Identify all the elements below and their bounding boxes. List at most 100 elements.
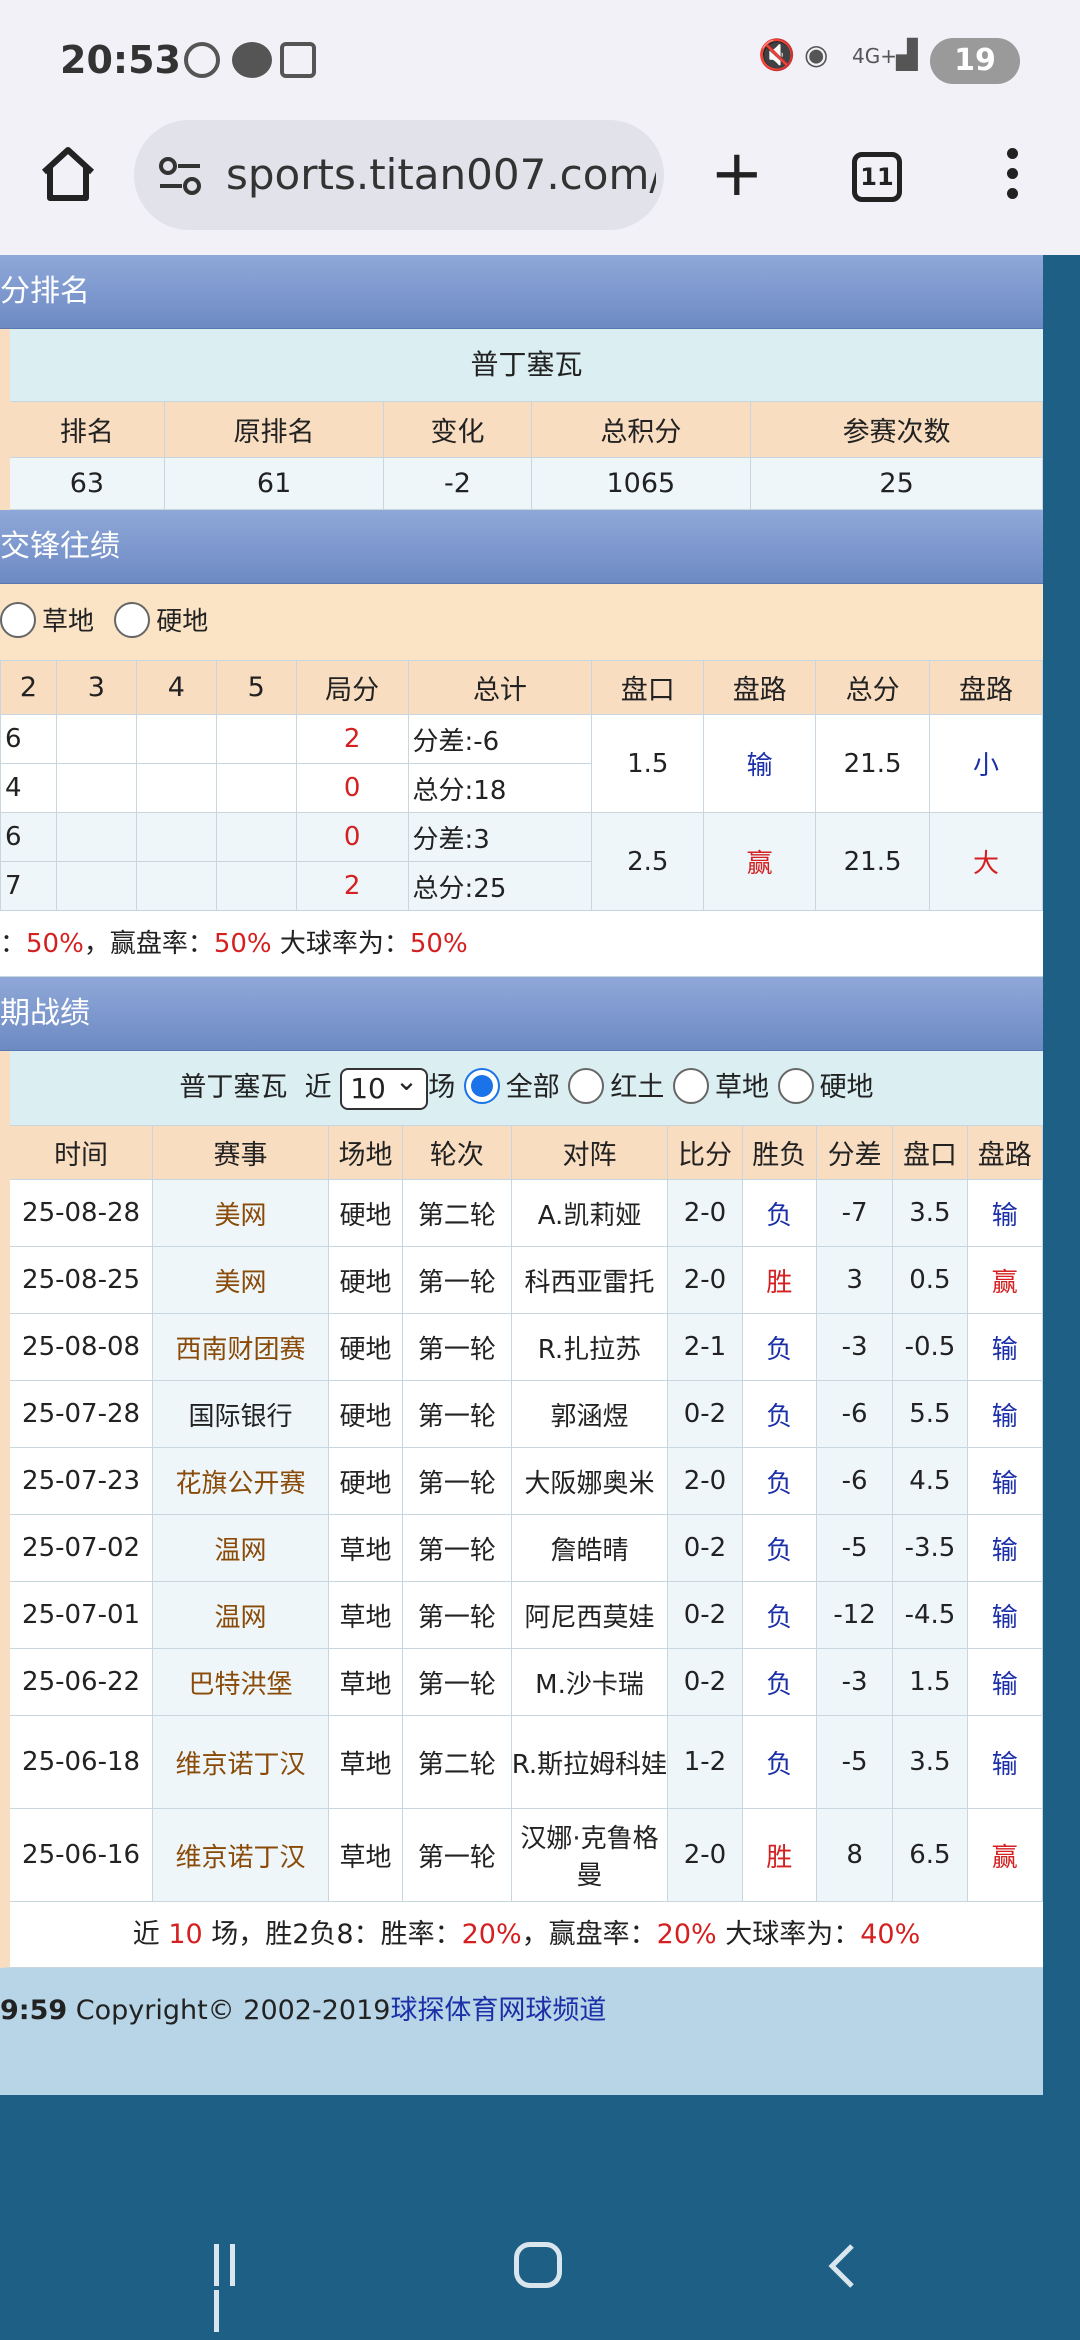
opponent: 科西亚雷托 (510, 1246, 669, 1314)
point-diff: 8 (815, 1808, 894, 1902)
recent-header: 场地 (327, 1125, 404, 1180)
recent-filter-bar: 普丁塞瓦 近 10场 全部 红土 草地 硬地 (0, 1051, 1043, 1125)
win-loss: 负 (741, 1380, 817, 1448)
set-score: 6 (0, 714, 57, 764)
match-count-select[interactable]: 10 (340, 1062, 429, 1110)
nav-home-icon[interactable] (514, 2242, 562, 2288)
home-icon[interactable] (36, 142, 100, 206)
event-name[interactable]: 西南财团赛 (152, 1313, 329, 1381)
handicap-line: 3.5 (892, 1715, 968, 1809)
handicap-result: 输 (966, 1715, 1043, 1809)
radio-grass[interactable] (0, 601, 36, 638)
opponent: 詹皓晴 (510, 1514, 669, 1582)
point-diff: -6 (815, 1447, 894, 1515)
h2h-header: 盘口 (591, 660, 705, 715)
point-diff: -5 (815, 1514, 894, 1582)
match-date: 25-08-25 (4, 1246, 154, 1314)
recent-header: 比分 (667, 1125, 743, 1180)
table-row: 25-08-28 美网 硬地 第二轮 A.凯莉娅 2-0 负 -7 3.5 输 (4, 1179, 1043, 1247)
table-row: 25-08-25 美网 硬地 第一轮 科西亚雷托 2-0 胜 3 0.5 赢 (4, 1246, 1043, 1314)
win-loss: 负 (741, 1447, 817, 1515)
round: 第一轮 (402, 1447, 512, 1515)
handicap-result: 输 (966, 1179, 1043, 1247)
radio-grass[interactable] (672, 1067, 709, 1104)
surface: 草地 (327, 1514, 404, 1582)
handicap-line: 5.5 (892, 1380, 968, 1448)
sets-won: 0 (295, 812, 409, 862)
total-cell: 总分:25 (407, 861, 593, 911)
handicap-line: -3.5 (892, 1514, 968, 1582)
total-cell: 分差:-6 (407, 714, 593, 764)
h2h-surface-filter: 草地 硬地 (0, 584, 1043, 660)
opponent: R.斯拉姆科娃 (510, 1715, 669, 1809)
h2h-header: 3 (55, 660, 137, 715)
event-name[interactable]: 美网 (152, 1246, 329, 1314)
win-loss: 负 (741, 1313, 817, 1381)
point-diff: -12 (815, 1581, 894, 1649)
match-date: 25-08-28 (4, 1179, 154, 1247)
recent-apps-icon[interactable] (214, 2244, 260, 2332)
opponent: M.沙卡瑞 (510, 1648, 669, 1716)
handicap-result: 输 (703, 714, 817, 813)
over-under-result: 大 (929, 812, 1043, 911)
table-row: 25-07-01 温网 草地 第一轮 阿尼西莫娃 0-2 负 -12 -4.5 输 (4, 1581, 1043, 1649)
handicap-line: -0.5 (892, 1313, 968, 1381)
back-icon[interactable] (826, 2242, 856, 2290)
h2h-section-title: 交锋往绩 (0, 510, 1043, 584)
new-tab-icon[interactable]: + (710, 142, 764, 206)
surface: 硬地 (327, 1313, 404, 1381)
event-name[interactable]: 国际银行 (152, 1380, 329, 1448)
sets-won: 0 (295, 763, 409, 813)
footer-link[interactable]: 球探体育网球频道 (390, 1995, 606, 2026)
event-name[interactable]: 美网 (152, 1179, 329, 1247)
surface: 硬地 (327, 1380, 404, 1448)
score: 2-0 (667, 1246, 743, 1314)
hotspot-icon: ◉ (804, 38, 829, 71)
score: 0-2 (667, 1581, 743, 1649)
event-name[interactable]: 维京诺丁汉 (152, 1715, 329, 1809)
handicap-result: 赢 (966, 1808, 1043, 1902)
surface: 草地 (327, 1648, 404, 1716)
score: 0-2 (667, 1648, 743, 1716)
recent-player-name: 普丁塞瓦 (179, 1072, 288, 1103)
event-name[interactable]: 温网 (152, 1514, 329, 1582)
handicap-line: 6.5 (892, 1808, 968, 1902)
handicap-result: 输 (966, 1514, 1043, 1582)
handicap-line: 1.5 (892, 1648, 968, 1716)
radio-all[interactable] (463, 1067, 500, 1104)
h2h-header: 局分 (295, 660, 409, 715)
event-name[interactable]: 温网 (152, 1581, 329, 1649)
surface: 草地 (327, 1581, 404, 1649)
radio-hard[interactable] (777, 1067, 814, 1104)
score: 2-0 (667, 1447, 743, 1515)
url-text[interactable]: sports.titan007.com/ (226, 150, 656, 199)
address-bar[interactable]: sports.titan007.com/ (134, 120, 664, 230)
event-name[interactable]: 花旗公开赛 (152, 1447, 329, 1515)
point-diff: -7 (815, 1179, 894, 1247)
ranking-header: 排名 (4, 401, 165, 458)
h2h-header: 总分 (815, 660, 931, 715)
more-menu-icon[interactable] (1000, 148, 1024, 208)
sets-won: 2 (295, 714, 409, 764)
recent-header: 分差 (815, 1125, 894, 1180)
total-points: 21.5 (815, 812, 931, 911)
recent-header: 盘口 (892, 1125, 968, 1180)
h2h-table: 2 3 4 5 局分 总计 盘口 盘路 总分 盘路 6 2 分差:-6 1.5 … (0, 660, 1043, 911)
round: 第一轮 (402, 1246, 512, 1314)
match-date: 25-06-18 (4, 1715, 154, 1809)
clock: 20:53 (60, 38, 181, 82)
score: 2-1 (667, 1313, 743, 1381)
recent-summary: 近 10 场，胜2负8：胜率：20%，赢盘率：20% 大球率为：40% (0, 1902, 1043, 1968)
point-diff: -6 (815, 1380, 894, 1448)
event-name[interactable]: 巴特洪堡 (152, 1648, 329, 1716)
event-name[interactable]: 维京诺丁汉 (152, 1808, 329, 1902)
ranking-header: 总积分 (530, 401, 752, 458)
opponent: R.扎拉苏 (510, 1313, 669, 1381)
site-settings-icon[interactable] (158, 156, 202, 196)
radio-hard[interactable] (114, 601, 151, 638)
radio-clay[interactable] (568, 1067, 605, 1104)
win-loss: 胜 (741, 1246, 817, 1314)
recent-header: 轮次 (402, 1125, 512, 1180)
tab-switcher-button[interactable]: 11 (852, 152, 902, 202)
line-app-icon (232, 42, 272, 78)
